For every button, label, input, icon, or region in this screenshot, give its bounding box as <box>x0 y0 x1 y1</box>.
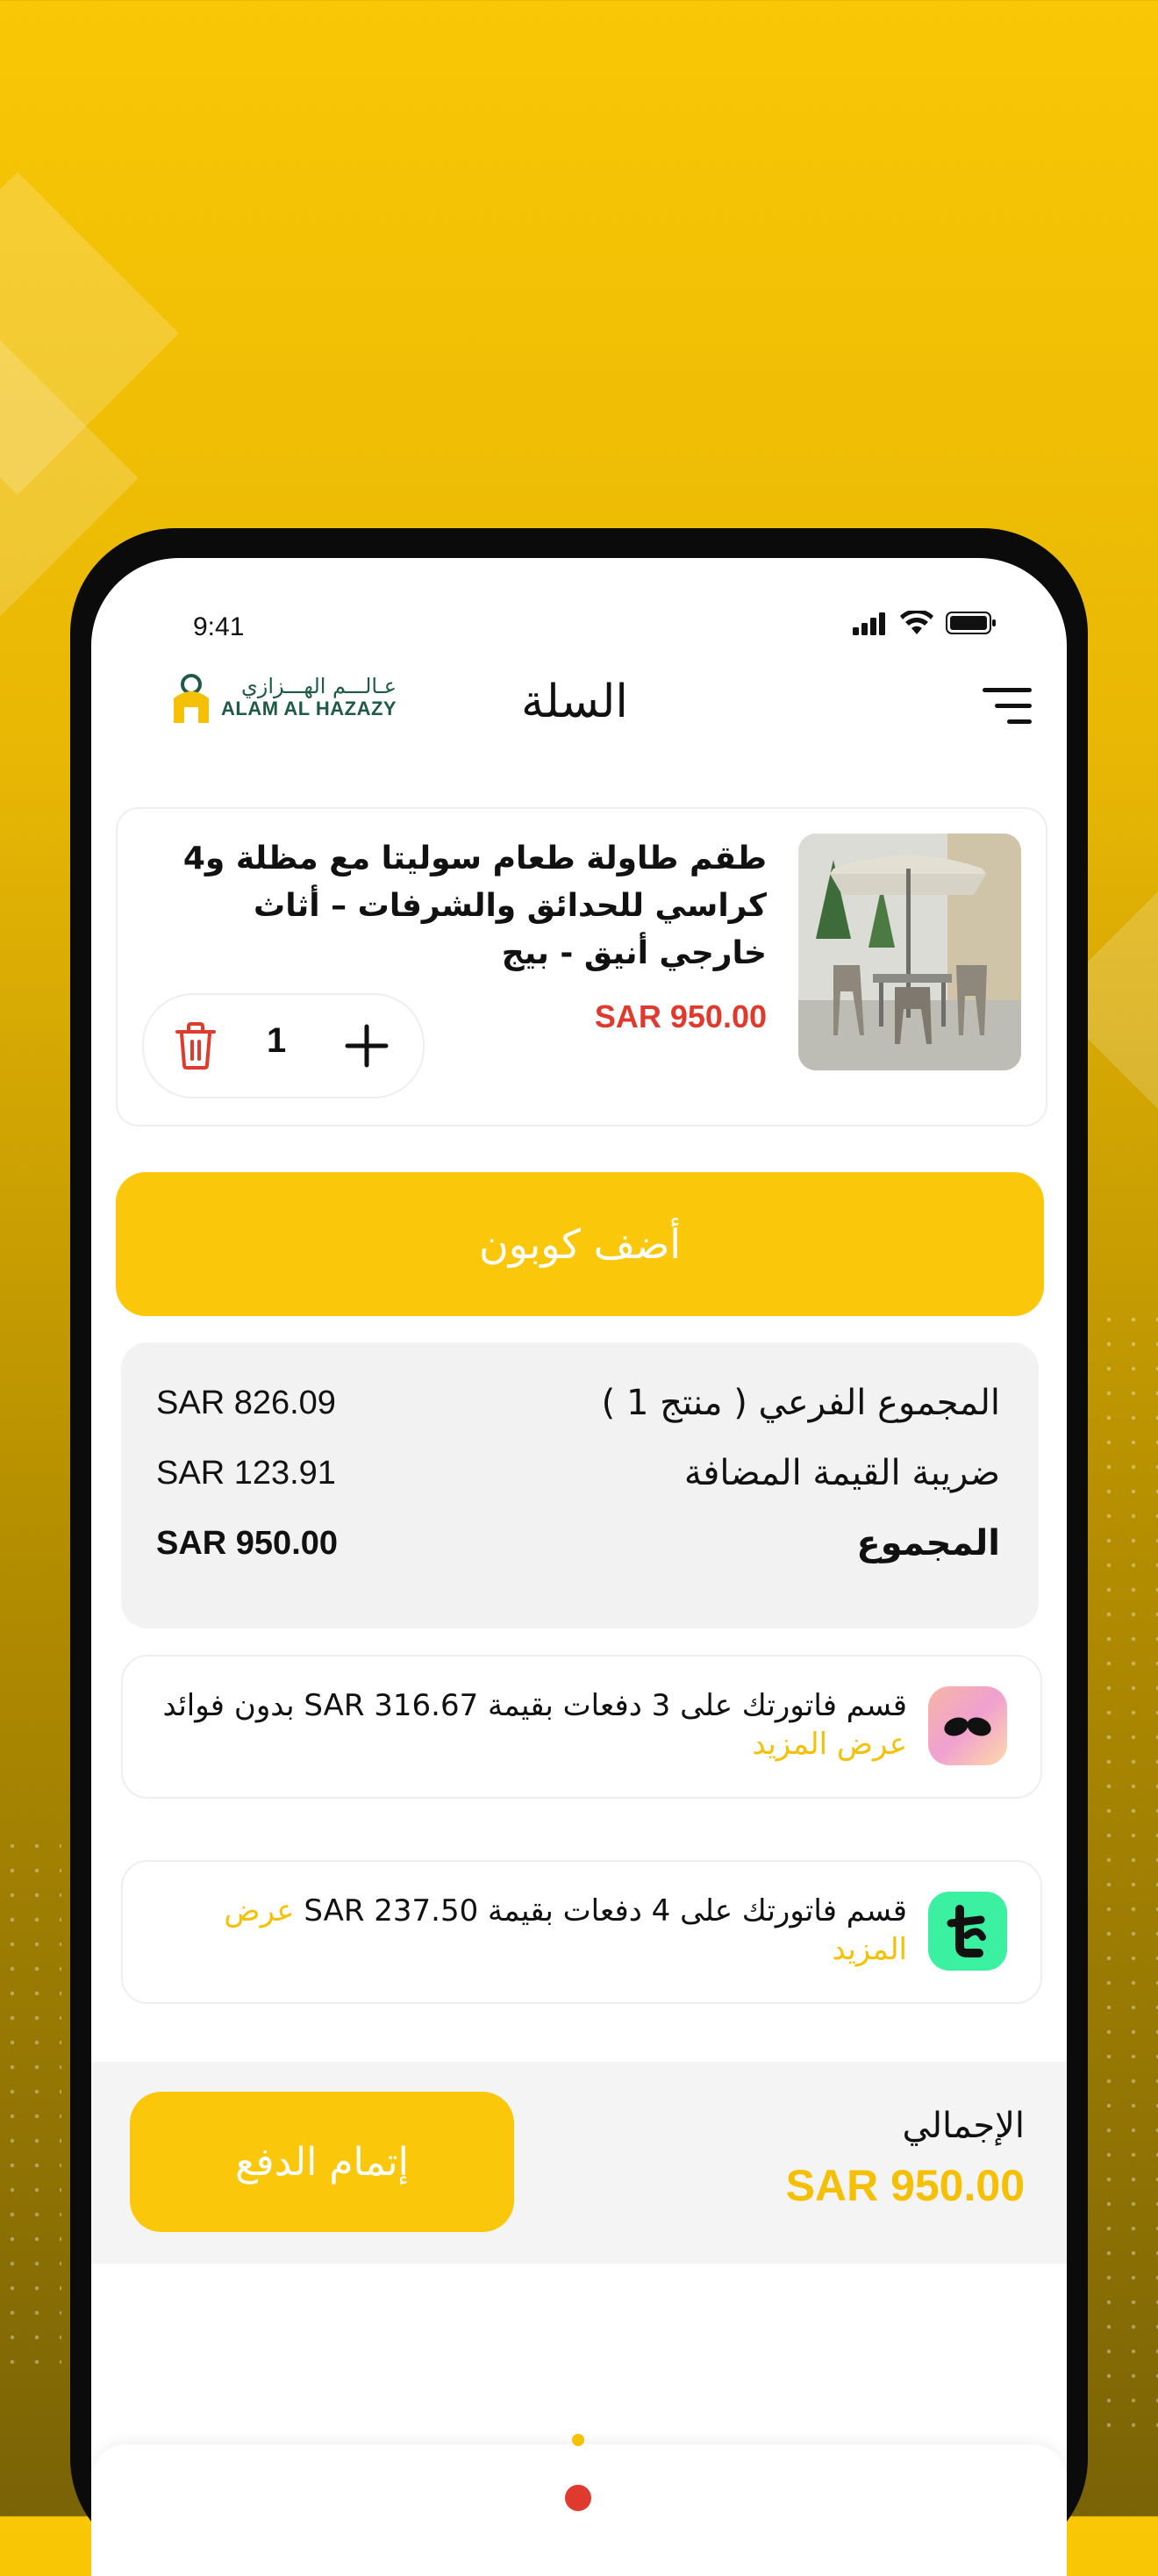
battery-icon <box>946 612 996 634</box>
background-dot-pattern <box>0 1834 61 2378</box>
brand-logo[interactable]: عـالـــم الهـــزازي ALAM AL HAZAZY <box>170 672 397 723</box>
quantity-value: 1 <box>267 1021 287 1060</box>
tabby-offer-message: قسم فاتورتك على 4 دفعات بقيمة SAR 237.50 <box>304 1893 907 1928</box>
quantity-stepper: 1 <box>142 993 425 1098</box>
cart-badge <box>565 2485 591 2511</box>
delete-icon[interactable] <box>174 1021 218 1070</box>
status-time: 9:41 <box>193 612 245 641</box>
phone-frame: 9:41 عـالـــم الهـــزازي ALAM AL HAZAZY … <box>70 528 1088 2576</box>
app-header: عـالـــم الهـــزازي ALAM AL HAZAZY السلة <box>91 649 1067 746</box>
grand-total-label: الإجمالي <box>902 2106 1026 2146</box>
installment-card-tamara[interactable]: قسم فاتورتك على 3 دفعات بقيمة SAR 316.67… <box>121 1655 1042 1799</box>
tamara-icon <box>928 1686 1007 1765</box>
menu-icon[interactable] <box>983 686 1032 726</box>
subtotal-row: SAR 826.09 المجموع الفرعي ( منتج 1 ) <box>156 1383 1000 1423</box>
logo-english-text: ALAM AL HAZAZY <box>221 698 397 719</box>
status-icons <box>853 611 997 635</box>
total-label: المجموع <box>856 1523 1000 1563</box>
wifi-icon <box>900 611 933 634</box>
vat-row: SAR 123.91 ضريبة القيمة المضافة <box>156 1453 1000 1493</box>
product-price: SAR 950.00 <box>594 998 767 1034</box>
add-coupon-button[interactable]: أضف كوبون <box>116 1172 1044 1316</box>
nav-active-indicator <box>572 2434 584 2446</box>
tamara-more-link[interactable]: عرض المزيد <box>753 1727 908 1762</box>
cart-item-card: طقم طاولة طعام سوليتا مع مظلة و4 كراسي ل… <box>116 807 1047 1127</box>
app-screen: 9:41 عـالـــم الهـــزازي ALAM AL HAZAZY … <box>91 558 1067 2576</box>
grand-total-value: SAR 950.00 <box>785 2161 1025 2210</box>
installment-card-tabby[interactable]: قسم فاتورتك على 4 دفعات بقيمة SAR 237.50… <box>121 1860 1042 2004</box>
total-row: SAR 950.00 المجموع <box>156 1523 1000 1563</box>
order-summary: SAR 826.09 المجموع الفرعي ( منتج 1 ) SAR… <box>121 1342 1039 1628</box>
tabby-offer-text: قسم فاتورتك على 4 دفعات بقيمة SAR 237.50… <box>153 1892 907 1969</box>
vat-label: ضريبة القيمة المضافة <box>683 1453 1000 1493</box>
bottom-navigation <box>91 2434 1067 2576</box>
signal-icon <box>853 612 885 635</box>
background-dot-pattern <box>1097 1307 1158 2448</box>
product-name[interactable]: طقم طاولة طعام سوليتا مع مظلة و4 كراسي ل… <box>153 835 767 977</box>
subtotal-label: المجموع الفرعي ( منتج 1 ) <box>601 1383 1000 1423</box>
tamara-offer-message: قسم فاتورتك على 3 دفعات بقيمة SAR 316.67… <box>162 1688 907 1723</box>
plus-icon[interactable] <box>342 1021 391 1070</box>
page-title: السلة <box>521 676 628 728</box>
tamara-offer-text: قسم فاتورتك على 3 دفعات بقيمة SAR 316.67… <box>153 1686 907 1764</box>
vat-value: SAR 123.91 <box>156 1454 336 1492</box>
logo-arabic-text: عـالـــم الهـــزازي <box>241 674 397 698</box>
logo-mark-icon <box>174 674 209 723</box>
checkout-button[interactable]: إتمام الدفع <box>130 2092 514 2232</box>
subtotal-value: SAR 826.09 <box>156 1384 336 1421</box>
total-value: SAR 950.00 <box>156 1524 339 1562</box>
tabby-icon <box>928 1892 1007 1971</box>
product-image[interactable] <box>798 834 1021 1070</box>
checkout-bar: إتمام الدفع الإجمالي SAR 950.00 <box>91 2062 1067 2264</box>
